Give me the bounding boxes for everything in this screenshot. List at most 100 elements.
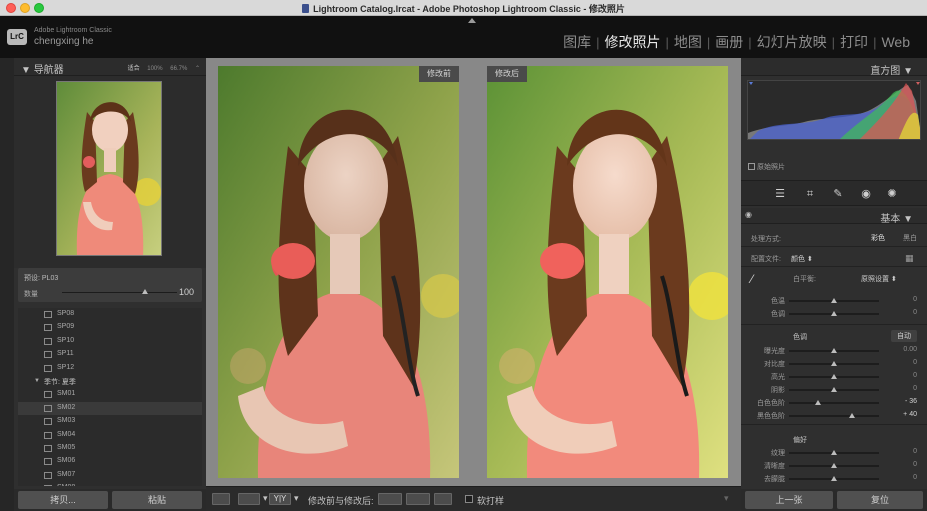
soft-proof-label: 软打样 bbox=[477, 496, 505, 506]
mode-dropdown-icon[interactable]: ▾ bbox=[263, 493, 268, 504]
slider-value[interactable]: 0.00 bbox=[891, 346, 917, 353]
profile-browser-icon[interactable]: ▦ bbox=[905, 253, 914, 264]
navigator-zoom-options[interactable]: 适合 100% 66.7% ⌃ bbox=[128, 63, 200, 72]
edit-sliders-icon[interactable]: ☰ bbox=[773, 187, 787, 201]
paste-settings-button[interactable]: 粘贴 bbox=[112, 491, 202, 509]
slider-value[interactable]: 0 bbox=[891, 372, 917, 379]
slider-knob[interactable] bbox=[831, 463, 837, 468]
slider-knob[interactable] bbox=[831, 298, 837, 303]
divider bbox=[741, 266, 927, 267]
slider-value[interactable]: - 36 bbox=[891, 398, 917, 405]
preset-item[interactable]: SM08 bbox=[18, 482, 202, 486]
preset-icon bbox=[44, 404, 52, 412]
navigator-thumbnail[interactable] bbox=[56, 81, 162, 256]
yy-dropdown-icon[interactable]: ▾ bbox=[294, 493, 299, 504]
white-balance-picker-icon[interactable]: ⁄ bbox=[751, 272, 753, 286]
slider-knob[interactable] bbox=[831, 476, 837, 481]
copy-after-to-before-button[interactable] bbox=[406, 493, 430, 505]
preset-item[interactable]: SM02 bbox=[18, 401, 202, 416]
loupe-view-button[interactable] bbox=[212, 493, 230, 505]
module-4[interactable]: 幻灯片放映 bbox=[752, 32, 832, 52]
swap-before-after-button[interactable] bbox=[434, 493, 452, 505]
folder-expand-icon[interactable]: ▼ bbox=[34, 378, 40, 384]
presence-label: 偏好 bbox=[793, 437, 807, 444]
after-pane[interactable]: 修改后 bbox=[487, 66, 728, 478]
preset-item[interactable]: SP09 bbox=[18, 321, 202, 334]
eye-icon[interactable]: ◉ bbox=[745, 210, 752, 219]
profile-dropdown[interactable]: 颜色 ⬍ bbox=[791, 254, 813, 264]
slider-knob[interactable] bbox=[831, 387, 837, 392]
slider-value[interactable]: 0 bbox=[891, 474, 917, 481]
module-3[interactable]: 画册 bbox=[710, 32, 748, 52]
auto-tone-button[interactable]: 自动 bbox=[891, 330, 917, 342]
slider-value[interactable]: 0 bbox=[891, 448, 917, 455]
preset-item[interactable]: SM06 bbox=[18, 455, 202, 468]
preset-name: SP08 bbox=[57, 310, 75, 317]
compare-toolbar: ▾ Y|Y ▾ 修改前与修改后: 软打样 ▾ bbox=[206, 486, 741, 511]
module-5[interactable]: 打印 bbox=[835, 32, 873, 52]
yy-mode-button[interactable]: Y|Y bbox=[269, 493, 291, 505]
amount-slider-track[interactable] bbox=[62, 292, 177, 293]
treatment-bw-button[interactable]: 黑白 bbox=[903, 233, 917, 243]
preset-name: SM03 bbox=[57, 417, 76, 425]
treatment-color-button[interactable]: 彩色 bbox=[871, 233, 885, 243]
slider-value[interactable]: 0 bbox=[891, 296, 917, 303]
before-pane[interactable]: 修改前 bbox=[218, 66, 459, 478]
preset-icon bbox=[44, 351, 52, 359]
preset-item[interactable]: SM05 bbox=[18, 442, 202, 455]
preset-item[interactable]: SM01 bbox=[18, 388, 202, 401]
amount-value[interactable]: 100 bbox=[179, 287, 194, 297]
preset-item[interactable]: SP10 bbox=[18, 335, 202, 348]
module-1[interactable]: 修改照片 bbox=[600, 32, 666, 52]
histogram bbox=[747, 80, 921, 140]
slider-track[interactable] bbox=[789, 415, 879, 417]
preset-item[interactable]: SP08 bbox=[18, 308, 202, 321]
slider-knob[interactable] bbox=[849, 413, 855, 418]
crop-icon[interactable]: ⌗ bbox=[803, 187, 817, 201]
masking-icon[interactable]: ✺ bbox=[885, 187, 899, 201]
preset-item[interactable]: SP11 bbox=[18, 348, 202, 361]
copy-settings-button[interactable]: 拷贝... bbox=[18, 491, 108, 509]
amount-label: 数量 bbox=[24, 291, 38, 298]
preset-item[interactable]: SM03 bbox=[18, 415, 202, 428]
preset-item[interactable]: SM04 bbox=[18, 429, 202, 442]
healing-brush-icon[interactable]: ✎ bbox=[831, 187, 845, 201]
slider-value[interactable]: 0 bbox=[891, 359, 917, 366]
preset-name: SP09 bbox=[57, 323, 75, 331]
original-photo-checkbox[interactable] bbox=[748, 163, 755, 170]
preset-item[interactable]: SP12 bbox=[18, 362, 202, 375]
slider-value[interactable]: 0 bbox=[891, 461, 917, 468]
red-eye-icon[interactable]: ◉ bbox=[859, 187, 873, 201]
slider-value[interactable]: + 40 bbox=[891, 411, 917, 418]
module-2[interactable]: 地图 bbox=[669, 32, 707, 52]
collapse-top-panel-icon[interactable] bbox=[468, 18, 476, 23]
slider-track[interactable] bbox=[789, 402, 879, 404]
reset-button[interactable]: 复位 bbox=[837, 491, 923, 509]
module-6[interactable]: Web bbox=[876, 34, 915, 50]
preset-icon bbox=[44, 418, 52, 426]
navigator-header[interactable]: ▼ 导航器 适合 100% 66.7% ⌃ bbox=[14, 58, 206, 76]
white-balance-dropdown[interactable]: 原照设置 ⬍ bbox=[861, 274, 897, 284]
slider-knob[interactable] bbox=[831, 374, 837, 379]
slider-knob[interactable] bbox=[831, 348, 837, 353]
slider-value[interactable]: 0 bbox=[891, 309, 917, 316]
amount-slider-knob[interactable] bbox=[141, 289, 148, 294]
slider-value[interactable]: 0 bbox=[891, 385, 917, 392]
slider-knob[interactable] bbox=[814, 400, 821, 405]
soft-proof-checkbox[interactable] bbox=[465, 495, 473, 503]
slider-label: 色调 bbox=[771, 311, 785, 318]
basic-panel-header[interactable]: ◉ 基本 ▼ bbox=[741, 208, 927, 225]
slider-knob[interactable] bbox=[831, 361, 837, 366]
histogram-header[interactable]: 直方图 ▼ bbox=[741, 58, 927, 77]
module-0[interactable]: 图库 bbox=[558, 32, 596, 52]
toolbar-menu-icon[interactable]: ▾ bbox=[724, 493, 729, 504]
preset-item[interactable]: SM07 bbox=[18, 469, 202, 482]
copy-before-to-after-button[interactable] bbox=[378, 493, 402, 505]
preset-name: SM06 bbox=[57, 457, 76, 465]
previous-button[interactable]: 上一张 bbox=[745, 491, 833, 509]
slider-knob[interactable] bbox=[831, 450, 837, 455]
before-after-mode-button[interactable] bbox=[238, 493, 260, 505]
slider-knob[interactable] bbox=[831, 311, 837, 316]
preset-folder[interactable]: ▼ 季节: 夏季 bbox=[18, 375, 202, 388]
original-photo-toggle[interactable]: 原始照片 bbox=[748, 162, 785, 172]
